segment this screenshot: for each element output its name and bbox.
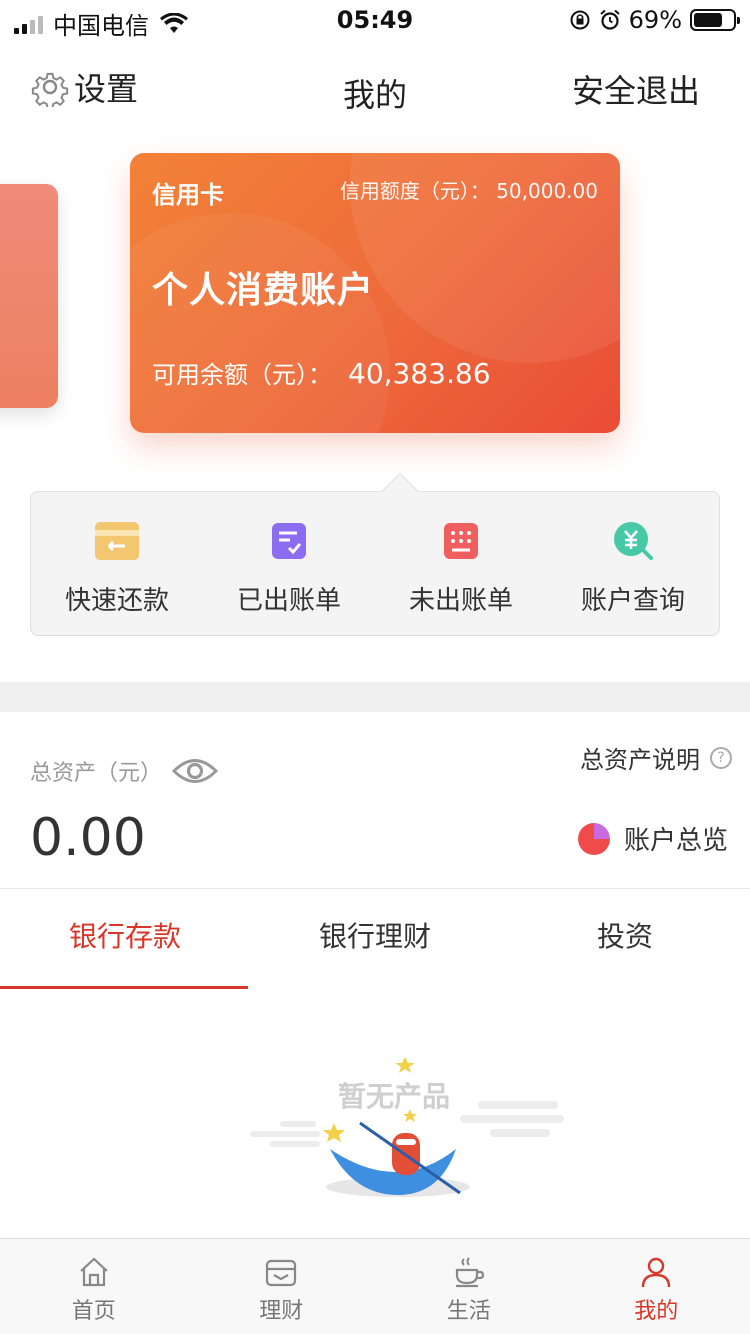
empty-state: 暂无产品 <box>250 1045 570 1215</box>
tabbar-label: 首页 <box>71 1299 116 1324</box>
rotation-lock-icon <box>570 10 590 30</box>
tab-bank-wealth[interactable]: 银行理财 <box>250 889 500 989</box>
action-label: 快速还款 <box>64 586 169 616</box>
question-icon: ? <box>710 746 732 769</box>
wealth-icon <box>266 1259 297 1287</box>
tabbar-home[interactable]: 首页 <box>0 1239 188 1334</box>
account-overview-button[interactable]: 账户总览 <box>577 820 728 857</box>
section-separator <box>0 682 750 712</box>
action-bill-pending[interactable]: 未出账单 <box>375 492 547 635</box>
available-balance: 可用余额（元）： 40,383.86 <box>152 355 491 390</box>
credit-limit: 信用额度（元）： 50,000.00 <box>339 179 598 203</box>
account-search-icon <box>611 522 655 560</box>
action-bill-issued[interactable]: 已出账单 <box>203 492 375 635</box>
product-tabs: 银行存款 银行理财 投资 <box>0 889 750 989</box>
total-assets-label: 总资产（元） <box>30 761 163 786</box>
total-assets-help-label: 总资产说明 <box>580 746 700 774</box>
page: 中国电信 05:49 69% 设置 我的 安全退出 信用卡 信用额度（元）： 5… <box>0 0 750 1334</box>
tab-bank-deposit[interactable]: 银行存款 <box>0 889 250 989</box>
total-assets-label-row: 总资产（元） <box>30 755 219 787</box>
total-assets-value: 0.00 <box>30 808 146 868</box>
bottom-tab-bar: 首页 理财 生活 我的 <box>0 1238 750 1334</box>
status-bar: 中国电信 05:49 69% <box>0 0 750 40</box>
action-label: 账户查询 <box>580 586 685 616</box>
available-value: 40,383.86 <box>348 357 491 390</box>
coffee-icon <box>455 1257 484 1288</box>
empty-boat-illustration <box>250 1057 564 1197</box>
tabbar-label: 理财 <box>259 1299 304 1324</box>
bill-issued-icon <box>267 522 311 560</box>
battery-percent: 69% <box>628 6 682 34</box>
logout-button[interactable]: 安全退出 <box>572 66 700 112</box>
home-icon <box>80 1257 108 1287</box>
tab-investment[interactable]: 投资 <box>500 889 750 989</box>
account-overview-label: 账户总览 <box>623 826 728 856</box>
tabbar-wealth[interactable]: 理财 <box>188 1239 376 1334</box>
nav-bar: 设置 我的 安全退出 <box>0 50 750 130</box>
tabbar-mine[interactable]: 我的 <box>563 1239 750 1334</box>
action-quick-repay[interactable]: 快速还款 <box>31 492 203 635</box>
card-type: 信用卡 <box>152 181 224 209</box>
quick-actions: 快速还款 已出账单 未出账单 账户查询 <box>30 472 720 636</box>
alarm-icon <box>599 9 620 30</box>
battery-icon <box>690 9 740 31</box>
tabbar-label: 我的 <box>634 1299 679 1324</box>
credit-card[interactable]: 信用卡 信用额度（元）： 50,000.00 个人消费账户 可用余额（元）： 4… <box>130 153 620 433</box>
action-account-query[interactable]: 账户查询 <box>547 492 719 635</box>
total-assets-help[interactable]: 总资产说明 ? <box>580 740 732 775</box>
eye-icon[interactable] <box>172 756 219 786</box>
tabbar-life[interactable]: 生活 <box>375 1239 563 1334</box>
user-icon <box>642 1257 671 1288</box>
bill-pending-icon <box>439 522 483 560</box>
previous-card[interactable] <box>0 184 58 408</box>
account-name: 个人消费账户 <box>152 270 375 311</box>
tabbar-label: 生活 <box>446 1299 491 1324</box>
pie-chart-icon <box>577 822 610 855</box>
available-label: 可用余额（元）： <box>152 361 332 389</box>
repay-icon <box>95 522 139 560</box>
action-label: 已出账单 <box>236 586 341 616</box>
action-label: 未出账单 <box>408 586 513 616</box>
status-right: 69% <box>569 6 740 34</box>
empty-message: 暂无产品 <box>338 1080 451 1113</box>
